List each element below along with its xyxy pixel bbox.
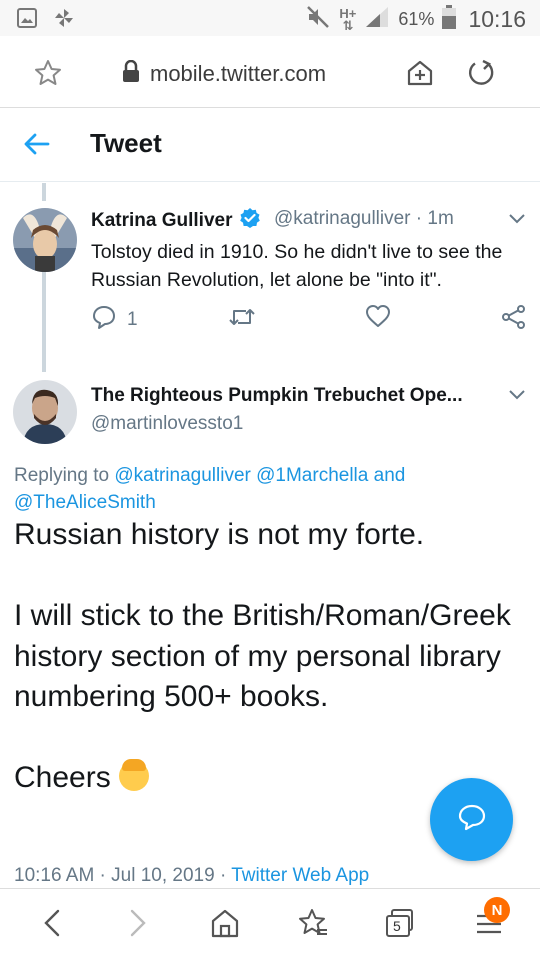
share-button[interactable] xyxy=(501,304,527,336)
nav-bookmarks-icon[interactable] xyxy=(297,907,329,944)
chevron-down-icon[interactable] xyxy=(508,212,526,230)
mention-link[interactable]: @TheAliceSmith xyxy=(14,492,156,513)
boy-emoji-icon xyxy=(118,759,149,791)
tweet-body-text: Russian history is not my forte. I will … xyxy=(14,518,511,794)
author-name[interactable]: The Righteous Pumpkin Trebuchet Ope... xyxy=(91,385,463,407)
like-button[interactable] xyxy=(365,304,391,334)
notification-badge: N xyxy=(484,897,510,923)
tweet-body: Russian history is not my forte. I will … xyxy=(14,515,534,799)
mention-link[interactable]: @katrinagulliver @1Marchella xyxy=(114,465,368,486)
avatar[interactable] xyxy=(13,380,77,444)
browser-toolbar: mobile.twitter.com xyxy=(0,36,540,108)
browser-bottom-nav: 5 xyxy=(0,888,540,960)
status-right-icons: H+ ⇅ 61% 10:16 xyxy=(305,4,526,35)
author-handle-time: @katrinagulliver · 1m xyxy=(274,208,454,229)
url-text: mobile.twitter.com xyxy=(150,61,327,86)
compose-reply-button[interactable] xyxy=(430,778,513,861)
page-header: Tweet xyxy=(0,108,540,182)
author-handle[interactable]: @martinlovessto1 xyxy=(91,413,243,435)
author-name[interactable]: Katrina Gulliver xyxy=(91,207,261,235)
replying-to-prefix: Replying to xyxy=(14,465,115,486)
pinwheel-icon xyxy=(52,6,76,35)
thread-connector xyxy=(42,270,46,372)
lock-icon xyxy=(122,59,140,88)
add-to-home-icon[interactable] xyxy=(405,58,435,93)
tweet-actions: 1 xyxy=(91,304,531,334)
reply-count: 1 xyxy=(127,309,138,330)
back-arrow-icon[interactable] xyxy=(22,132,50,161)
retweet-icon xyxy=(228,304,256,336)
status-left-icons xyxy=(16,6,76,35)
author-name-text: Katrina Gulliver xyxy=(91,210,233,231)
share-icon xyxy=(501,304,527,336)
thread-connector-top xyxy=(42,183,46,201)
nav-forward-icon[interactable] xyxy=(124,907,152,944)
address-bar[interactable]: mobile.twitter.com xyxy=(122,59,327,88)
signal-icon xyxy=(364,5,390,34)
timestamp-text: 10:16 AM · Jul 10, 2019 · xyxy=(14,865,232,886)
bookmark-star-icon[interactable] xyxy=(33,58,63,93)
tweet-text: Tolstoy died in 1910. So he didn't live … xyxy=(91,241,503,291)
replying-to-and: and xyxy=(368,465,406,486)
reply-button[interactable]: 1 xyxy=(91,304,138,336)
network-type-label: H+ xyxy=(339,5,357,21)
reply-icon xyxy=(91,304,117,336)
tab-count: 5 xyxy=(393,918,401,934)
nav-home-icon[interactable] xyxy=(210,907,240,944)
replying-to: Replying to @katrinagulliver @1Marchella… xyxy=(14,462,484,516)
battery-percent: 61% xyxy=(398,9,435,29)
gallery-icon xyxy=(16,7,38,34)
network-type-icon: H+ ⇅ xyxy=(339,5,357,33)
heart-icon xyxy=(365,304,391,334)
battery-icon xyxy=(442,5,457,34)
mute-icon xyxy=(305,4,331,35)
reload-icon[interactable] xyxy=(466,58,496,93)
chevron-down-icon[interactable] xyxy=(508,388,526,406)
retweet-button[interactable] xyxy=(228,304,256,336)
source-link[interactable]: Twitter Web App xyxy=(231,865,369,886)
tweet-timestamp: 10:16 AM · Jul 10, 2019 · Twitter Web Ap… xyxy=(14,865,369,887)
speech-bubble-icon xyxy=(457,802,487,837)
nav-tabs-icon[interactable]: 5 xyxy=(384,907,416,944)
avatar[interactable] xyxy=(13,208,77,272)
status-bar: H+ ⇅ 61% 10:16 xyxy=(0,0,540,36)
clock: 10:16 xyxy=(468,6,526,32)
nav-back-icon[interactable] xyxy=(38,907,66,944)
page-title: Tweet xyxy=(90,128,162,158)
verified-badge-icon xyxy=(239,207,261,235)
